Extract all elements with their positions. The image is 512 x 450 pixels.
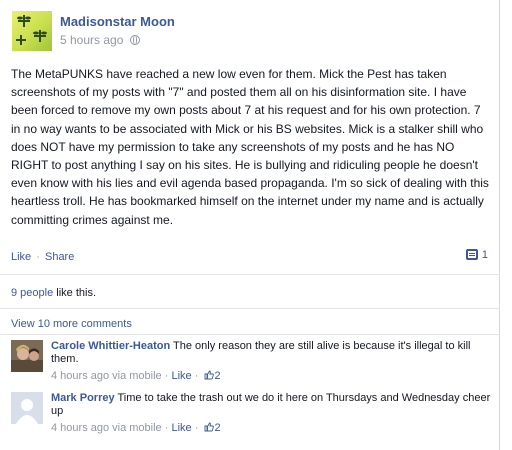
meta-separator: · <box>161 422 172 434</box>
dragonfly-icon <box>16 15 47 45</box>
divider <box>0 274 500 275</box>
comment-like-button[interactable]: Like <box>171 370 191 382</box>
post-timestamp[interactable]: 5 hours ago <box>60 33 123 47</box>
thumbs-up-icon <box>204 422 215 432</box>
thumbs-up-icon <box>204 370 215 380</box>
post-actions: Like · Share <box>11 251 74 263</box>
meta-separator: · <box>191 370 202 382</box>
comment-body: Carole Whittier-Heaton The only reason t… <box>51 340 491 366</box>
likers-link[interactable]: 9 people <box>11 287 53 299</box>
comment-like-count-value: 2 <box>214 422 221 434</box>
post-meta: 5 hours ago <box>60 33 140 47</box>
comment-icon <box>465 249 478 260</box>
meta-separator: · <box>161 370 172 382</box>
action-separator: · <box>36 251 40 263</box>
divider <box>0 334 500 335</box>
comment-like-count[interactable]: 2 <box>201 370 221 382</box>
commenter-avatar[interactable] <box>11 340 43 372</box>
divider <box>0 308 500 309</box>
default-avatar-icon <box>11 392 43 424</box>
comment-count-value: 1 <box>481 249 488 261</box>
comment-count-button[interactable]: 1 <box>465 249 488 261</box>
comment-meta: 4 hours ago via mobile · Like · 2 <box>51 422 221 434</box>
author-name[interactable]: Madisonstar Moon <box>60 14 175 29</box>
meta-separator: · <box>191 422 202 434</box>
globe-icon[interactable] <box>129 35 140 45</box>
comment-like-count-value: 2 <box>214 370 221 382</box>
comment-text: Time to take the trash out we do it here… <box>51 392 491 417</box>
comment-time[interactable]: 4 hours ago via mobile <box>51 422 162 434</box>
author-avatar[interactable] <box>12 11 52 51</box>
post-body: The MetaPUNKS have reached a new low eve… <box>11 67 489 227</box>
commenter-name[interactable]: Mark Porrey <box>51 392 115 404</box>
comment-like-count[interactable]: 2 <box>201 422 221 434</box>
comment-body: Mark Porrey Time to take the trash out w… <box>51 392 491 418</box>
commenter-photo <box>11 340 43 372</box>
commenter-avatar[interactable] <box>11 392 43 424</box>
view-more-comments-link[interactable]: View 10 more comments <box>11 318 132 330</box>
comment-time[interactable]: 4 hours ago via mobile <box>51 370 162 382</box>
comment-meta: 4 hours ago via mobile · Like · 2 <box>51 370 221 382</box>
like-button[interactable]: Like <box>11 251 31 263</box>
likes-summary: 9 people like this. <box>11 287 96 299</box>
likes-suffix: like this. <box>53 287 97 299</box>
comment-like-button[interactable]: Like <box>171 422 191 434</box>
commenter-name[interactable]: Carole Whittier-Heaton <box>51 340 170 352</box>
post-card: Madisonstar Moon 5 hours ago The MetaPUN… <box>0 0 500 450</box>
share-button[interactable]: Share <box>45 251 74 263</box>
